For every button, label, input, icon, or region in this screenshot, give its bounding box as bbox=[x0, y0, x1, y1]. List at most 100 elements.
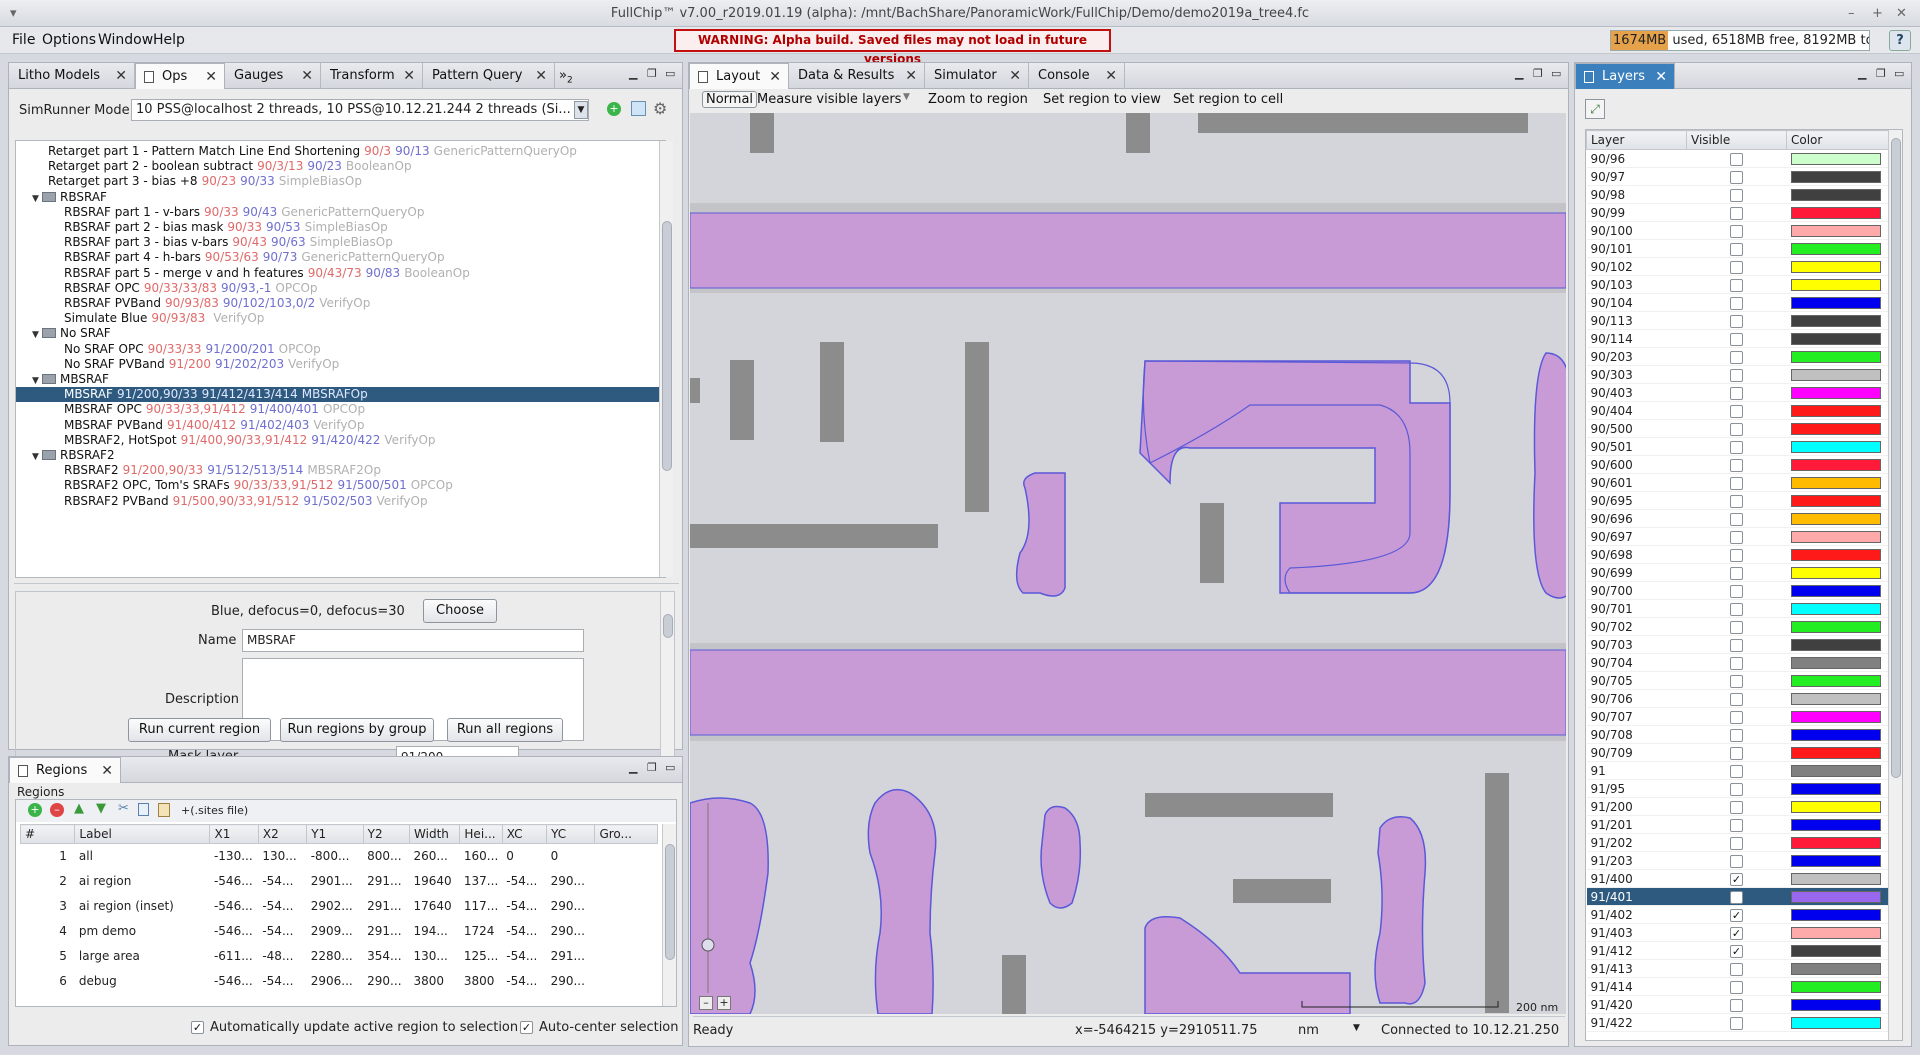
layer-visible-checkbox[interactable] bbox=[1730, 656, 1743, 670]
layer-color-swatch[interactable] bbox=[1790, 548, 1881, 561]
layer-visible-checkbox[interactable]: ✓ bbox=[1730, 926, 1743, 940]
layer-color-swatch[interactable] bbox=[1790, 728, 1881, 741]
close-icon[interactable]: ✕ bbox=[1896, 0, 1907, 27]
minimize-panel-icon[interactable]: ▁ bbox=[629, 67, 637, 80]
close-tab-icon[interactable]: ✕ bbox=[769, 64, 781, 90]
layer-row[interactable]: 90/404 bbox=[1586, 401, 1891, 420]
layer-visible-checkbox[interactable] bbox=[1730, 494, 1743, 508]
layer-color-swatch[interactable] bbox=[1790, 638, 1881, 651]
help-button[interactable]: ? bbox=[1889, 30, 1911, 51]
regions-col-header[interactable]: Gro... bbox=[594, 824, 658, 844]
tab-transform[interactable]: Transform ✕ bbox=[321, 63, 423, 89]
close-tab-icon[interactable]: ✕ bbox=[301, 63, 313, 89]
regions-col-header[interactable]: Hei... bbox=[459, 824, 503, 844]
layer-color-swatch[interactable] bbox=[1790, 584, 1881, 597]
tree-op-item[interactable]: RBSRAF part 2 - bias mask 90/33 90/53 Simpl… bbox=[16, 220, 660, 235]
layer-row[interactable]: 91/203 bbox=[1586, 851, 1891, 870]
layer-visible-checkbox[interactable] bbox=[1730, 260, 1743, 274]
layer-color-swatch[interactable] bbox=[1790, 278, 1881, 291]
fit-layers-icon[interactable]: ⤢ bbox=[1585, 99, 1605, 119]
unit-select[interactable]: nm bbox=[1298, 1023, 1319, 1038]
close-tab-icon[interactable]: ✕ bbox=[205, 64, 217, 90]
layer-color-swatch[interactable] bbox=[1790, 908, 1881, 921]
layer-visible-checkbox[interactable] bbox=[1730, 674, 1743, 688]
layer-row[interactable]: 91/202 bbox=[1586, 833, 1891, 852]
maximize-panel-icon[interactable]: ▭ bbox=[665, 67, 675, 80]
layer-color-swatch[interactable] bbox=[1790, 818, 1881, 831]
zoom-to-region-button[interactable]: Zoom to region bbox=[928, 92, 1028, 107]
regions-col-header[interactable]: Width bbox=[409, 824, 461, 844]
tab-gauges[interactable]: Gauges ✕ bbox=[225, 63, 321, 89]
layer-visible-checkbox[interactable] bbox=[1730, 620, 1743, 634]
layer-color-swatch[interactable] bbox=[1790, 998, 1881, 1011]
layer-row[interactable]: 90/98 bbox=[1586, 185, 1891, 204]
close-tab-icon[interactable]: ✕ bbox=[1655, 64, 1667, 90]
layer-color-swatch[interactable] bbox=[1790, 890, 1881, 903]
layer-visible-checkbox[interactable] bbox=[1730, 548, 1743, 562]
layer-visible-checkbox[interactable] bbox=[1730, 602, 1743, 616]
copy-icon[interactable] bbox=[138, 803, 149, 816]
layer-row[interactable]: 90/97 bbox=[1586, 167, 1891, 186]
tree-folder[interactable]: ▼ RBSRAF bbox=[16, 190, 660, 205]
maximize-icon[interactable]: + bbox=[1872, 0, 1883, 27]
tab-regions[interactable]: Regions ✕ bbox=[9, 757, 121, 783]
chevron-down-icon[interactable]: ▼ bbox=[903, 92, 910, 102]
maximize-panel-icon[interactable]: ▭ bbox=[665, 761, 675, 774]
layer-color-swatch[interactable] bbox=[1790, 152, 1881, 165]
move-down-icon[interactable]: ▼ bbox=[96, 801, 106, 816]
layer-visible-checkbox[interactable] bbox=[1730, 188, 1743, 202]
ops-tree-scrollbar[interactable] bbox=[659, 141, 673, 577]
sites-file-button[interactable]: +(.sites file) bbox=[181, 804, 248, 817]
scrollbar-thumb[interactable] bbox=[662, 221, 672, 471]
layer-color-swatch[interactable] bbox=[1790, 656, 1881, 669]
layer-row[interactable]: 90/708 bbox=[1586, 725, 1891, 744]
table-row[interactable]: 5 large area -611... -48... 2280... 354... 130… bbox=[21, 944, 658, 969]
tree-folder[interactable]: ▼ No SRAF bbox=[16, 326, 660, 341]
layer-row[interactable]: 91/201 bbox=[1586, 815, 1891, 834]
menu-window[interactable]: Window bbox=[98, 32, 153, 48]
layer-row[interactable]: 90/704 bbox=[1586, 653, 1891, 672]
layer-color-swatch[interactable] bbox=[1790, 224, 1881, 237]
layer-visible-checkbox[interactable] bbox=[1730, 458, 1743, 472]
layer-row[interactable]: 91/414 bbox=[1586, 977, 1891, 996]
layer-visible-checkbox[interactable] bbox=[1730, 224, 1743, 238]
maximize-panel-icon[interactable]: ▭ bbox=[1894, 67, 1904, 80]
layer-row[interactable]: 91 bbox=[1586, 761, 1891, 780]
layer-visible-checkbox[interactable] bbox=[1730, 1016, 1743, 1030]
table-row[interactable]: 6 debug -546... -54... 2906... 290... 3800 3800… bbox=[21, 969, 658, 994]
layer-visible-checkbox[interactable] bbox=[1730, 368, 1743, 382]
layer-color-swatch[interactable] bbox=[1790, 332, 1881, 345]
layer-row[interactable]: 90/697 bbox=[1586, 527, 1891, 546]
maximize-panel-icon[interactable]: ▭ bbox=[1551, 67, 1561, 80]
regions-col-header[interactable]: X2 bbox=[257, 824, 308, 844]
tree-op-item[interactable]: RBSRAF part 4 - h-bars 90/53/63 90/73 Gener… bbox=[16, 250, 660, 265]
layer-visible-checkbox[interactable] bbox=[1730, 764, 1743, 778]
layer-row[interactable]: 91/400 ✓ bbox=[1586, 869, 1891, 888]
layer-row[interactable]: 90/706 bbox=[1586, 689, 1891, 708]
menu-options[interactable]: Options bbox=[42, 32, 96, 48]
close-tab-icon[interactable]: ✕ bbox=[905, 63, 917, 89]
layer-row[interactable]: 90/103 bbox=[1586, 275, 1891, 294]
layout-canvas[interactable]: – + 200 nm bbox=[690, 113, 1566, 1014]
minimize-panel-icon[interactable]: ▁ bbox=[1858, 67, 1866, 80]
layer-color-swatch[interactable] bbox=[1790, 854, 1881, 867]
layer-row[interactable]: 91/413 bbox=[1586, 959, 1891, 978]
layer-visible-checkbox[interactable] bbox=[1730, 422, 1743, 436]
layer-row[interactable]: 91/402 ✓ bbox=[1586, 905, 1891, 924]
restore-panel-icon[interactable]: ❐ bbox=[647, 67, 657, 80]
layer-visible-checkbox[interactable] bbox=[1730, 818, 1743, 832]
window-menu-icon[interactable]: ▾ bbox=[10, 0, 17, 27]
tree-op-item[interactable]: MBSRAF PVBand 91/400/412 91/402/403 VerifyO… bbox=[16, 418, 660, 433]
layer-visible-checkbox[interactable] bbox=[1730, 854, 1743, 868]
layer-color-swatch[interactable] bbox=[1790, 314, 1881, 327]
regions-scrollbar[interactable] bbox=[662, 824, 676, 1006]
close-tab-icon[interactable]: ✕ bbox=[1009, 63, 1021, 89]
layer-color-swatch[interactable] bbox=[1790, 602, 1881, 615]
layers-scrollbar[interactable] bbox=[1888, 130, 1902, 1040]
tree-op-item[interactable]: MBSRAF OPC 90/33/33,91/412 91/400/401 OPCOp bbox=[16, 402, 660, 417]
layer-row[interactable]: 90/695 bbox=[1586, 491, 1891, 510]
layer-row[interactable]: 90/601 bbox=[1586, 473, 1891, 492]
scrollbar-thumb[interactable] bbox=[1891, 138, 1901, 778]
layer-row[interactable]: 90/703 bbox=[1586, 635, 1891, 654]
layer-row[interactable]: 90/696 bbox=[1586, 509, 1891, 528]
